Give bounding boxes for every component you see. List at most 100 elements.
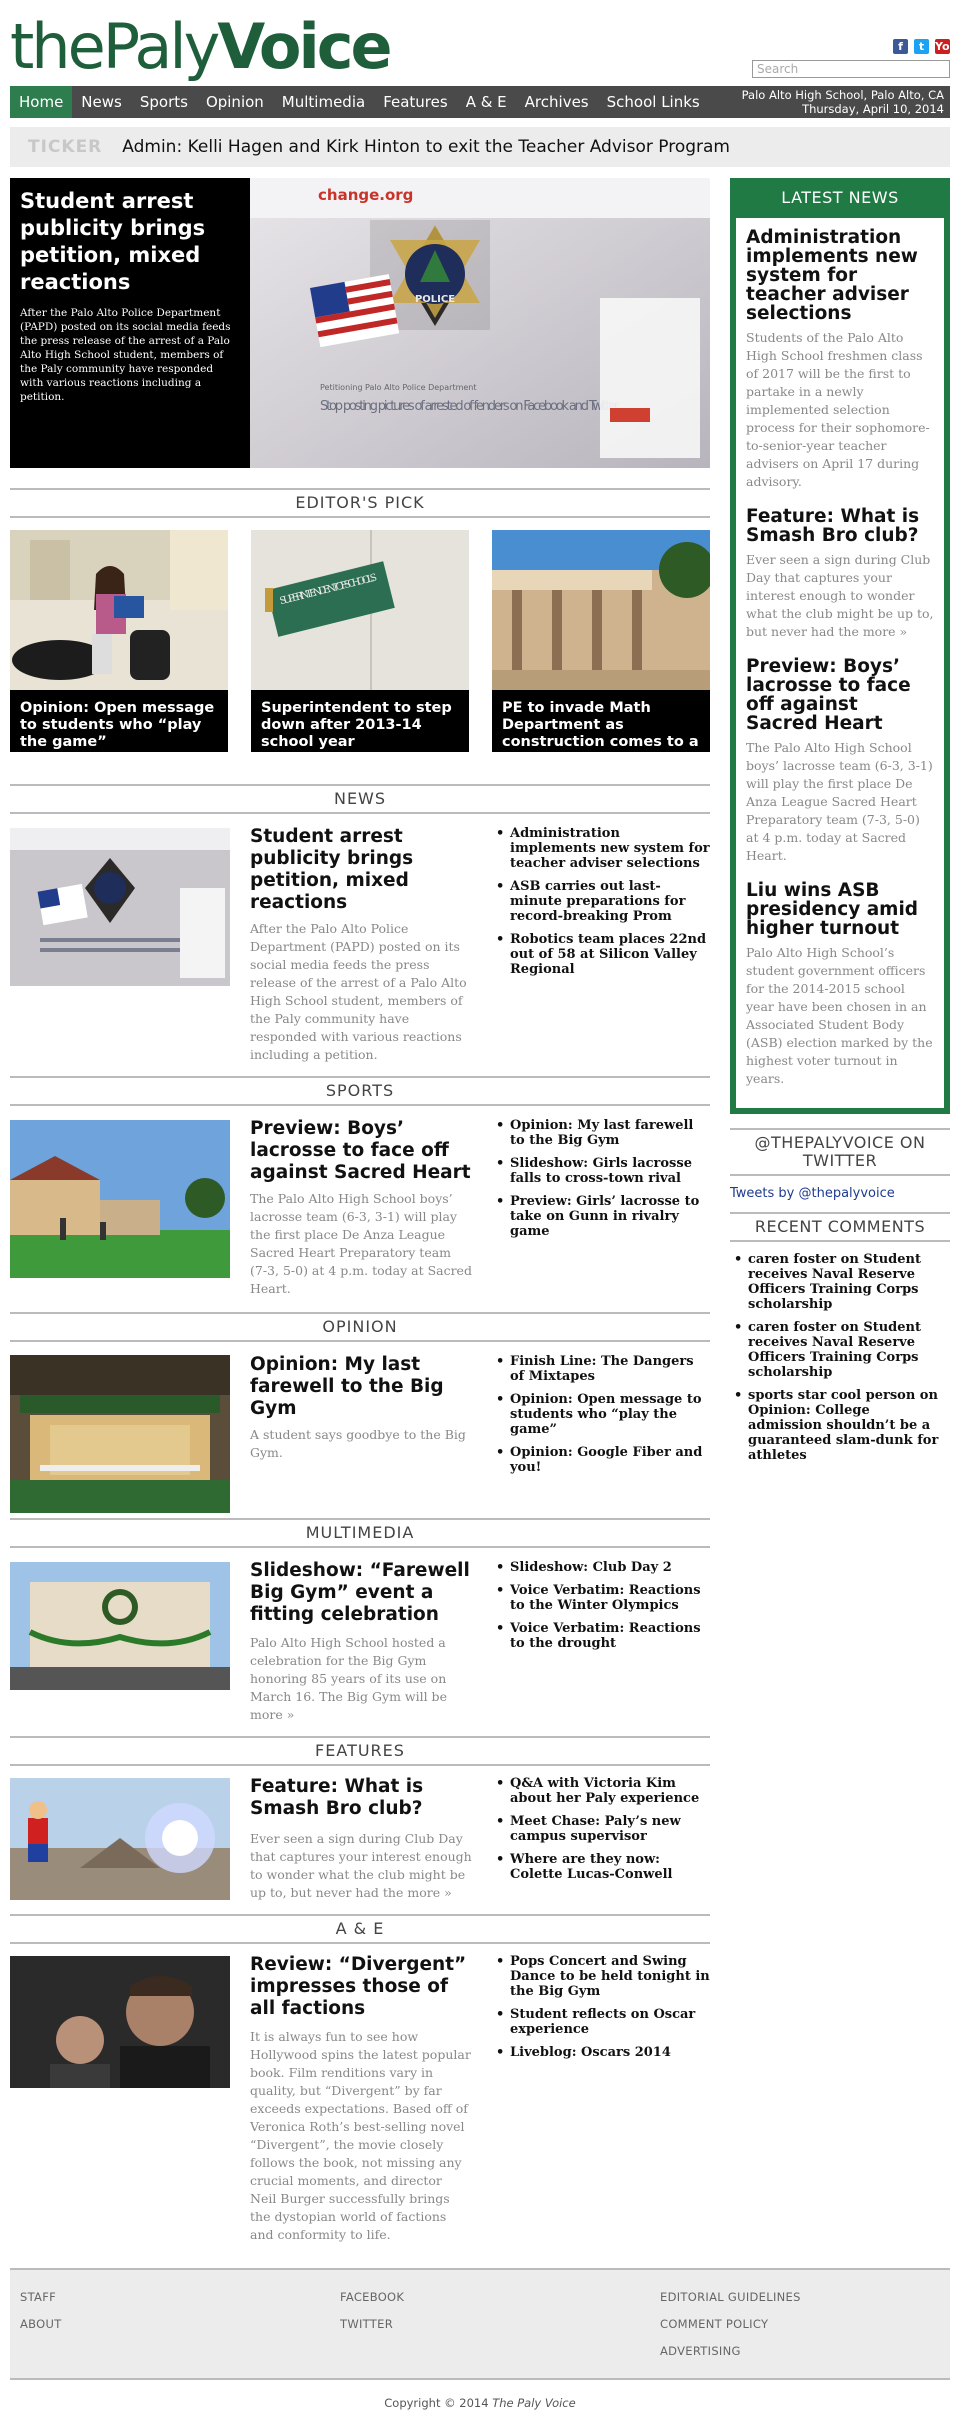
footer-link-advertising[interactable]: ADVERTISING [660, 2338, 801, 2365]
nav-a-and-e[interactable]: A & E [457, 86, 516, 118]
logo-paly: Paly [102, 10, 221, 83]
sports-links: Opinion: My last farewell to the Big Gym… [496, 1118, 710, 1247]
list-item[interactable]: Opinion: Google Fiber and you! [496, 1445, 710, 1475]
list-item[interactable]: Voice Verbatim: Reactions to the drought [496, 1621, 710, 1651]
latest-news-list: Administration implements new system for… [736, 218, 944, 1108]
latest-news-title[interactable]: Administration implements new system for… [746, 228, 934, 323]
ticker: TICKER Admin: Kelli Hagen and Kirk Hinto… [10, 127, 950, 167]
editors-pick-caption[interactable]: PE to invade Math Department as construc… [492, 690, 710, 752]
latest-news-summary: Ever seen a sign during Club Day that ca… [746, 552, 934, 639]
nav-opinion[interactable]: Opinion [197, 86, 273, 118]
latest-news-title[interactable]: Feature: What is Smash Bro club? [746, 507, 934, 545]
nav-school-links[interactable]: School Links [598, 86, 709, 118]
opinion-image[interactable] [10, 1355, 230, 1513]
opinion-links: Finish Line: The Dangers of Mixtapes Opi… [496, 1354, 710, 1483]
school-location: Palo Alto High School, Palo Alto, CA [741, 88, 944, 102]
multimedia-image[interactable] [10, 1562, 230, 1720]
latest-news-title[interactable]: Liu wins ASB presidency amid higher turn… [746, 881, 934, 938]
news-links: Administration implements new system for… [496, 826, 710, 985]
sports-title[interactable]: Preview: Boys’ lacrosse to face off agai… [250, 1118, 472, 1184]
editors-pick-image: SUPERINTENDENT OF SCHOOLS [251, 530, 469, 690]
footer-link-staff[interactable]: STAFF [20, 2284, 62, 2311]
list-item[interactable]: ASB carries out last-minute preparations… [496, 879, 710, 924]
list-item[interactable]: Q&A with Victoria Kim about her Paly exp… [496, 1776, 710, 1806]
featured-title[interactable]: Student arrest publicity brings petition… [20, 188, 238, 296]
comment-item[interactable]: caren foster on Student receives Naval R… [734, 1320, 948, 1380]
nav-features[interactable]: Features [374, 86, 457, 118]
list-item[interactable]: Preview: Girls’ lacrosse to take on Gunn… [496, 1194, 710, 1239]
list-item[interactable]: Pops Concert and Swing Dance to be held … [496, 1954, 710, 1999]
multimedia-body: Palo Alto High School hosted a celebrati… [250, 1635, 447, 1722]
opinion-heading: OPINION [10, 1312, 710, 1342]
list-item[interactable]: Finish Line: The Dangers of Mixtapes [496, 1354, 710, 1384]
youtube-icon[interactable]: You [935, 39, 958, 54]
hero-image-petitioning-text: Petitioning Palo Alto Police Department [320, 383, 477, 392]
logo-voice: Voice [217, 10, 392, 83]
latest-news-title[interactable]: Preview: Boys’ lacrosse to face off agai… [746, 657, 934, 733]
a-and-e-heading: A & E [10, 1914, 710, 1944]
footer-column: FACEBOOK TWITTER [340, 2284, 404, 2338]
a-and-e-title[interactable]: Review: “Divergent” impresses those of a… [250, 1954, 472, 2020]
sports-image[interactable] [10, 1120, 230, 1278]
list-item[interactable]: Robotics team places 22nd out of 58 at S… [496, 932, 710, 977]
list-item[interactable]: Voice Verbatim: Reactions to the Winter … [496, 1583, 710, 1613]
editors-pick-item[interactable]: SUPERINTENDENT OF SCHOOLS Superintendent… [251, 530, 469, 752]
site-logo[interactable]: thePalyVoice [10, 14, 393, 80]
multimedia-title[interactable]: Slideshow: “Farewell Big Gym” event a fi… [250, 1560, 472, 1626]
youtube-label: You [935, 40, 958, 53]
nav-sports[interactable]: Sports [131, 86, 197, 118]
editors-pick-image [10, 530, 228, 690]
hero-image-police-text: POLICE [415, 294, 455, 305]
footer-link-comment-policy[interactable]: COMMENT POLICY [660, 2311, 801, 2338]
school-info: Palo Alto High School, Palo Alto, CA Thu… [742, 88, 944, 116]
list-item[interactable]: Slideshow: Girls lacrosse falls to cross… [496, 1156, 710, 1186]
editors-pick-caption[interactable]: Superintendent to step down after 2013-1… [251, 690, 469, 752]
list-item[interactable]: Opinion: My last farewell to the Big Gym [496, 1118, 710, 1148]
comment-item[interactable]: sports star cool person on Opinion: Coll… [734, 1388, 948, 1463]
twitter-icon[interactable]: t [914, 39, 929, 54]
search-input[interactable]: Search [752, 60, 950, 78]
list-item[interactable]: Student reflects on Oscar experience [496, 2007, 710, 2037]
nav-archives[interactable]: Archives [516, 86, 598, 118]
footer-link-about[interactable]: ABOUT [20, 2311, 62, 2338]
featured-story[interactable]: Student arrest publicity brings petition… [10, 178, 710, 468]
footer-link-facebook[interactable]: FACEBOOK [340, 2284, 404, 2311]
editors-pick-item[interactable]: Opinion: Open message to students who “p… [10, 530, 228, 752]
news-heading: NEWS [10, 784, 710, 814]
news-body: After the Palo Alto Police Department (P… [250, 921, 467, 1062]
footer-link-twitter[interactable]: TWITTER [340, 2311, 404, 2338]
latest-news-panel: LATEST NEWS Administration implements ne… [730, 178, 950, 1114]
nav-home[interactable]: Home [10, 86, 73, 118]
features-body: Ever seen a sign during Club Day that ca… [250, 1831, 472, 1900]
facebook-icon[interactable]: f [893, 39, 908, 54]
footer: STAFF ABOUT FACEBOOK TWITTER EDITORIAL G… [10, 2268, 950, 2380]
editors-pick-caption[interactable]: Opinion: Open message to students who “p… [10, 690, 228, 752]
a-and-e-image[interactable] [10, 1956, 230, 2088]
list-item[interactable]: Meet Chase: Paly’s new campus supervisor [496, 1814, 710, 1844]
list-item[interactable]: Where are they now: Colette Lucas-Conwel… [496, 1852, 710, 1882]
twitter-timeline-link[interactable]: Tweets by @thepalyvoice [730, 1186, 895, 1201]
list-item[interactable]: Opinion: Open message to students who “p… [496, 1392, 710, 1437]
features-title[interactable]: Feature: What is Smash Bro club? [250, 1776, 472, 1820]
logo-the: the [10, 10, 106, 83]
social-links: f t You [893, 39, 958, 54]
news-image[interactable] [10, 828, 230, 986]
nav-multimedia[interactable]: Multimedia [273, 86, 374, 118]
list-item[interactable]: Slideshow: Club Day 2 [496, 1560, 710, 1575]
ticker-label: TICKER [28, 137, 103, 157]
latest-news-summary: The Palo Alto High School boys’ lacrosse… [746, 740, 933, 863]
multimedia-links: Slideshow: Club Day 2 Voice Verbatim: Re… [496, 1560, 710, 1659]
ticker-headline[interactable]: Admin: Kelli Hagen and Kirk Hinton to ex… [122, 137, 730, 157]
twitter-heading: @THEPALYVOICE ON TWITTER [730, 1128, 950, 1176]
featured-image[interactable]: change.org POLICE Petitioning Palo Alto … [250, 178, 710, 468]
nav-news[interactable]: News [72, 86, 131, 118]
footer-link-editorial-guidelines[interactable]: EDITORIAL GUIDELINES [660, 2284, 801, 2311]
list-item[interactable]: Liveblog: Oscars 2014 [496, 2045, 710, 2060]
features-heading: FEATURES [10, 1736, 710, 1766]
editors-pick-item[interactable]: PE to invade Math Department as construc… [492, 530, 710, 752]
features-image[interactable] [10, 1778, 230, 1936]
comment-item[interactable]: caren foster on Student receives Naval R… [734, 1252, 948, 1312]
opinion-title[interactable]: Opinion: My last farewell to the Big Gym [250, 1354, 472, 1420]
news-title[interactable]: Student arrest publicity brings petition… [250, 826, 472, 914]
list-item[interactable]: Administration implements new system for… [496, 826, 710, 871]
